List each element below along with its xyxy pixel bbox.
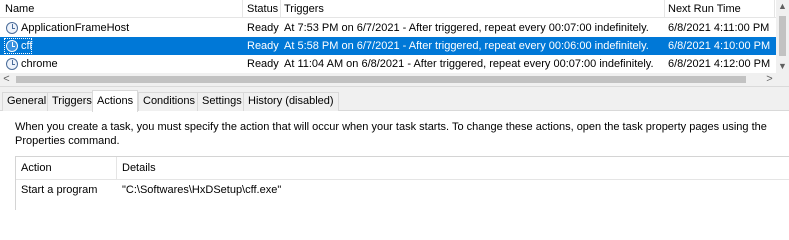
vertical-scroll-thumb[interactable] bbox=[779, 16, 786, 56]
task-triggers: At 5:58 PM on 6/7/2021 - After triggered… bbox=[284, 40, 649, 52]
tab-general[interactable]: General bbox=[2, 92, 52, 111]
tab-settings[interactable]: Settings bbox=[197, 92, 247, 111]
scroll-left-icon[interactable]: < bbox=[0, 73, 13, 86]
task-status: Ready bbox=[247, 40, 279, 52]
actions-table: Action Details Start a program "C:\Softw… bbox=[15, 156, 789, 210]
tab-history[interactable]: History (disabled) bbox=[243, 92, 339, 111]
clock-icon bbox=[6, 58, 18, 70]
tab-actions[interactable]: Actions bbox=[92, 90, 139, 112]
task-name: chrome bbox=[21, 58, 58, 70]
column-header-status[interactable]: Status bbox=[247, 0, 279, 18]
task-name: ApplicationFrameHost bbox=[21, 22, 130, 34]
task-row-cff[interactable]: cff Ready At 5:58 PM on 6/7/2021 - After… bbox=[0, 37, 787, 55]
task-status: Ready bbox=[247, 58, 279, 70]
tab-triggers[interactable]: Triggers bbox=[47, 92, 97, 111]
task-row-applicationframehost[interactable]: ApplicationFrameHost Ready At 7:53 PM on… bbox=[0, 19, 787, 37]
scroll-right-icon[interactable]: > bbox=[763, 73, 776, 86]
column-divider[interactable] bbox=[116, 157, 117, 179]
task-triggers: At 7:53 PM on 6/7/2021 - After triggered… bbox=[284, 22, 649, 34]
column-divider[interactable] bbox=[774, 0, 775, 18]
column-header-details[interactable]: Details bbox=[122, 157, 322, 179]
task-triggers: At 11:04 AM on 6/8/2021 - After triggere… bbox=[284, 58, 654, 70]
task-list: Name Status Triggers Next Run Time La Ap… bbox=[0, 0, 789, 86]
column-divider[interactable] bbox=[242, 0, 243, 18]
horizontal-scroll-thumb[interactable] bbox=[16, 76, 746, 83]
tab-strip: General Triggers Actions Conditions Sett… bbox=[0, 90, 789, 112]
column-header-triggers[interactable]: Triggers bbox=[284, 0, 654, 18]
clock-icon bbox=[6, 40, 18, 52]
task-list-header: Name Status Triggers Next Run Time La bbox=[0, 0, 789, 18]
column-header-next-run-time[interactable]: Next Run Time bbox=[668, 0, 768, 18]
horizontal-scrollbar[interactable]: < > bbox=[0, 73, 776, 86]
scroll-up-icon[interactable]: ▲ bbox=[776, 0, 789, 13]
task-status: Ready bbox=[247, 22, 279, 34]
task-next-run-time: 6/8/2021 4:11:00 PM bbox=[668, 22, 770, 34]
column-divider[interactable] bbox=[280, 0, 281, 18]
task-name: cff bbox=[21, 40, 33, 52]
actions-description: When you create a task, you must specify… bbox=[15, 121, 767, 147]
vertical-scrollbar[interactable]: ▲ ▼ bbox=[776, 0, 789, 73]
column-header-name[interactable]: Name bbox=[5, 0, 235, 18]
scrollbar-corner bbox=[776, 73, 789, 86]
task-next-run-time: 6/8/2021 4:10:00 PM bbox=[668, 40, 771, 52]
actions-tab-page: When you create a task, you must specify… bbox=[0, 111, 789, 210]
action-type-cell[interactable]: Start a program bbox=[21, 181, 116, 199]
tab-conditions[interactable]: Conditions bbox=[138, 92, 200, 111]
header-divider bbox=[16, 179, 789, 180]
action-details-cell[interactable]: "C:\Softwares\HxDSetup\cff.exe" bbox=[122, 181, 522, 199]
clock-icon bbox=[6, 22, 18, 34]
task-next-run-time: 6/8/2021 4:12:00 PM bbox=[668, 58, 771, 70]
task-row-chrome[interactable]: chrome Ready At 11:04 AM on 6/8/2021 - A… bbox=[0, 55, 787, 73]
column-divider[interactable] bbox=[664, 0, 665, 18]
column-header-action[interactable]: Action bbox=[21, 157, 111, 179]
scroll-down-icon[interactable]: ▼ bbox=[776, 60, 789, 73]
